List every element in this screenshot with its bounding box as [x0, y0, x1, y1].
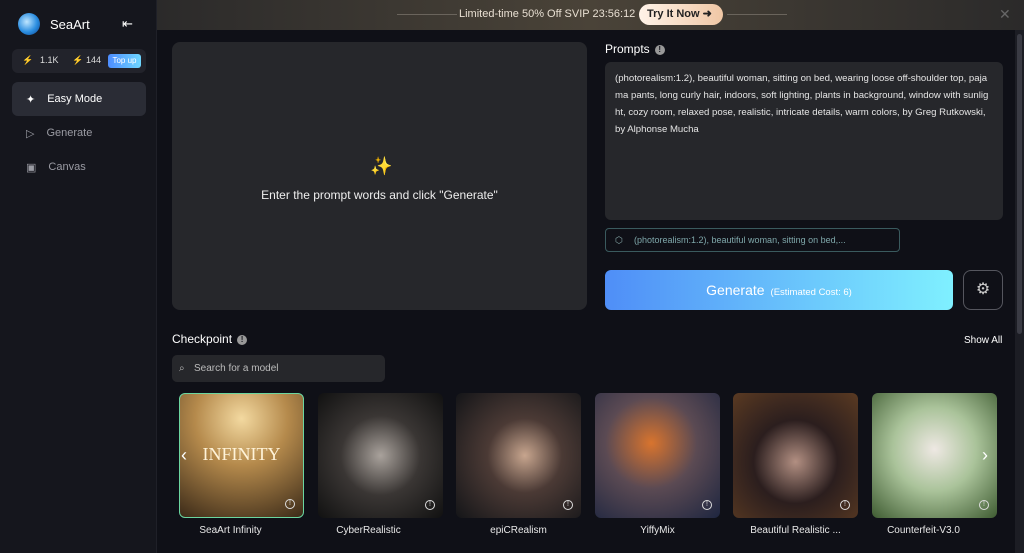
- prompt-suggestion[interactable]: ⬡ (photorealism:1.2), beautiful woman, si…: [605, 228, 900, 252]
- sparkle-icon: ✨: [370, 156, 393, 176]
- credits-b: 144: [86, 55, 102, 65]
- sidebar: SeaArt ⇤ ⚡ 1.1K ⚡ 144 Top up ✦ Easy Mode …: [0, 0, 157, 553]
- promo-banner: Limited-time 50% Off SVIP 23:56:12 Try I…: [157, 0, 1024, 30]
- info-icon[interactable]: !: [979, 500, 989, 510]
- model-name: Beautiful Realistic ...: [750, 525, 841, 536]
- info-icon[interactable]: !: [840, 500, 850, 510]
- info-icon[interactable]: !: [563, 500, 573, 510]
- sidebar-item-label: Generate: [46, 127, 93, 139]
- sidebar-item-label: Canvas: [48, 161, 86, 173]
- gear-icon: ⚙: [975, 281, 991, 298]
- cta-label: Try It Now: [647, 8, 700, 20]
- info-icon[interactable]: !: [285, 499, 295, 509]
- promo-text: Limited-time 50% Off SVIP 23:56:12: [459, 8, 636, 20]
- info-icon[interactable]: !: [425, 500, 435, 510]
- info-icon[interactable]: !: [702, 500, 712, 510]
- lightning-icon: ⚡: [72, 55, 84, 65]
- show-all-link[interactable]: Show All: [964, 335, 1002, 346]
- sparkle-icon: ✦: [26, 93, 36, 106]
- scrollbar[interactable]: [1015, 30, 1024, 553]
- prompts-label: Prompts!: [605, 42, 665, 56]
- credits-bar: ⚡ 1.1K ⚡ 144 Top up: [12, 49, 146, 73]
- checkpoint-label: Checkpoint!: [172, 332, 248, 346]
- estimated-cost: (Estimated Cost: 6): [770, 287, 852, 298]
- scrollbar-thumb[interactable]: [1017, 34, 1022, 334]
- model-card[interactable]: !: [456, 393, 581, 518]
- canvas-icon: ▣: [26, 161, 37, 174]
- sidebar-item-generate[interactable]: ▷ Generate: [12, 116, 146, 150]
- info-icon[interactable]: !: [237, 335, 248, 345]
- search-placeholder: Search for a model: [194, 363, 279, 374]
- chevron-left-icon[interactable]: ‹: [181, 445, 187, 466]
- model-card[interactable]: INFINITY!: [179, 393, 304, 518]
- divider: [397, 14, 457, 15]
- model-card[interactable]: !: [595, 393, 720, 518]
- play-icon: ▷: [26, 127, 35, 140]
- seaart-logo[interactable]: [18, 13, 40, 35]
- model-thumbnail-text: INFINITY: [202, 444, 281, 464]
- sidebar-item-canvas[interactable]: ▣ Canvas: [12, 150, 146, 184]
- model-card[interactable]: !: [733, 393, 858, 518]
- model-name: SeaArt Infinity: [199, 525, 262, 536]
- model-card[interactable]: !: [872, 393, 997, 518]
- close-icon[interactable]: ✕: [999, 6, 1011, 23]
- search-icon: ⌕: [179, 363, 185, 374]
- sidebar-item-label: Easy Mode: [47, 93, 103, 105]
- arrow-right-icon: ➜: [702, 8, 712, 20]
- divider: [727, 14, 787, 15]
- suggestion-text: (photorealism:1.2), beautiful woman, sit…: [634, 235, 846, 245]
- stamina-icon: ⚡: [22, 55, 34, 65]
- collapse-sidebar-icon[interactable]: ⇤: [122, 16, 133, 32]
- dice-icon: ⬡: [615, 235, 623, 245]
- credits-a: 1.1K: [40, 55, 59, 65]
- generate-label: Generate: [706, 282, 765, 298]
- prompts-title: Prompts: [605, 42, 650, 56]
- model-search-input[interactable]: ⌕ Search for a model: [172, 355, 385, 382]
- checkpoint-title: Checkpoint: [172, 332, 233, 346]
- model-name: epiCRealism: [490, 525, 547, 536]
- prompt-input[interactable]: (photorealism:1.2), beautiful woman, sit…: [605, 62, 1003, 220]
- model-name: Counterfeit-V3.0: [887, 525, 960, 536]
- preview-hint: Enter the prompt words and click "Genera…: [261, 188, 498, 202]
- brand-name: SeaArt: [50, 17, 90, 32]
- chevron-right-icon[interactable]: ›: [982, 445, 988, 466]
- settings-button[interactable]: ⚙: [963, 270, 1003, 310]
- sidebar-item-easy-mode[interactable]: ✦ Easy Mode: [12, 82, 146, 116]
- top-up-button[interactable]: Top up: [108, 54, 141, 68]
- generate-button[interactable]: Generate (Estimated Cost: 6): [605, 270, 953, 310]
- model-name: YiffyMix: [640, 525, 675, 536]
- preview-panel: ✨ Enter the prompt words and click "Gene…: [172, 42, 587, 310]
- info-icon[interactable]: !: [654, 45, 665, 55]
- model-name: CyberRealistic: [336, 525, 401, 536]
- try-it-now-button[interactable]: Try It Now ➜: [639, 4, 723, 25]
- model-card[interactable]: !: [318, 393, 443, 518]
